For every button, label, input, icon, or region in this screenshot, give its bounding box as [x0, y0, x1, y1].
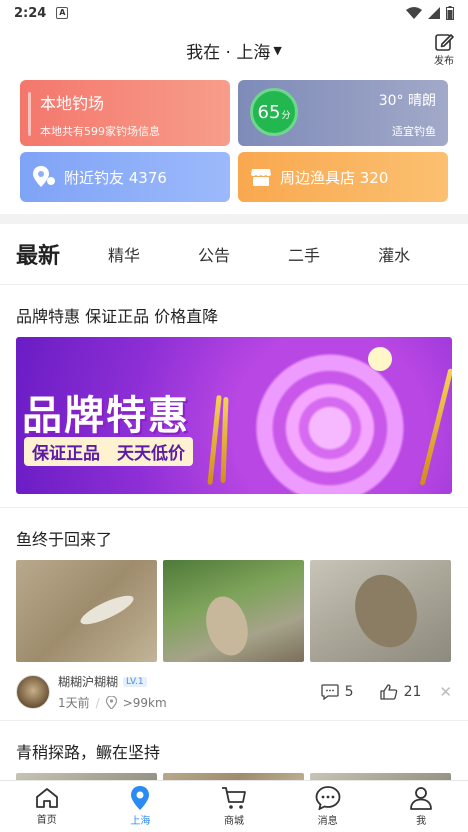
- chat-bubble-icon: [315, 786, 340, 810]
- comment-count: 5: [344, 684, 354, 700]
- nearby-anglers-label: 附近钓友 4376: [64, 168, 167, 187]
- post-images: [0, 550, 468, 662]
- shop-icon: [250, 167, 272, 187]
- nav-me[interactable]: 我: [374, 781, 468, 832]
- nav-local[interactable]: 上海: [94, 781, 188, 832]
- section-divider: [0, 214, 468, 224]
- caret-down-icon: ▼: [273, 43, 282, 57]
- shopping-cart-icon: [221, 787, 246, 809]
- signal-icon: [428, 7, 440, 19]
- tab-chat[interactable]: 灌水: [378, 242, 410, 266]
- nav-me-label: 我: [416, 816, 427, 827]
- status-time: 2:24: [14, 5, 47, 21]
- post-card[interactable]: 青稍探路，鳜在坚持: [0, 721, 468, 783]
- nav-messages-label: 消息: [317, 816, 338, 827]
- weather-card[interactable]: 65 分 30° 晴朗 适宜钓鱼: [238, 80, 448, 146]
- nav-messages[interactable]: 消息: [281, 781, 375, 832]
- nearby-tackle-shops-card[interactable]: 周边渔具店 320: [238, 152, 448, 202]
- fish-shape: [199, 591, 255, 661]
- decor-float: [220, 396, 229, 484]
- nearby-tackle-shops-label: 周边渔具店 320: [280, 168, 389, 187]
- fishing-score-badge: 65 分: [250, 88, 298, 136]
- post-photo[interactable]: [310, 560, 451, 662]
- post-card[interactable]: 鱼终于回来了 糊糊沪糊糊 LV.1 1天前 / >99km 5 21 ✕: [0, 508, 468, 710]
- thumbs-up-icon[interactable]: [379, 684, 398, 700]
- tab-second-hand[interactable]: 二手: [288, 242, 320, 266]
- fish-shape: [77, 590, 137, 630]
- nav-mall[interactable]: 商城: [187, 781, 281, 832]
- location-pin-icon: [131, 786, 150, 810]
- weather-temperature: 30° 晴朗: [378, 93, 436, 109]
- promo-banner[interactable]: 品牌特惠 保证正品 天天低价: [16, 337, 452, 494]
- fishing-score: 65: [257, 101, 281, 123]
- author-name-row: 糊糊沪糊糊 LV.1: [58, 673, 167, 690]
- local-fishing-spots-card[interactable]: 本地钓场 本地共有599家钓场信息: [20, 80, 230, 146]
- top-bar: 我在 · 上海 ▼ 发布: [0, 26, 468, 74]
- post-photo[interactable]: [16, 560, 157, 662]
- fish-shape: [345, 565, 427, 657]
- fishing-score-unit: 分: [281, 111, 291, 121]
- battery-icon: [446, 6, 454, 20]
- comment-icon[interactable]: [321, 684, 339, 700]
- nav-home-label: 首页: [36, 815, 57, 826]
- location-label: 我在 · 上海: [186, 42, 271, 63]
- nav-home[interactable]: 首页: [0, 781, 94, 832]
- location-selector[interactable]: 我在 · 上海 ▼: [186, 38, 282, 63]
- banner-subline: 保证正品 天天低价: [24, 437, 193, 466]
- decor-ball: [368, 347, 392, 371]
- feed-tabs: 最新 精华 公告 二手 灌水: [0, 224, 468, 284]
- bottom-navigation: 首页 上海 商城 消息 我: [0, 780, 468, 832]
- post-sub-info: 1天前 / >99km: [58, 694, 167, 711]
- separator: /: [95, 695, 100, 710]
- close-icon[interactable]: ✕: [439, 683, 452, 701]
- author-name[interactable]: 糊糊沪糊糊: [58, 673, 118, 690]
- post-title: 品牌特惠 保证正品 价格直降: [16, 307, 219, 326]
- nav-local-label: 上海: [130, 816, 151, 827]
- tab-announcements[interactable]: 公告: [198, 242, 230, 266]
- home-icon: [35, 788, 58, 808]
- post-stats: 5 21 ✕: [321, 683, 452, 701]
- post-distance: >99km: [122, 695, 167, 710]
- nearby-anglers-card[interactable]: 附近钓友 4376: [20, 152, 230, 202]
- author-info: 糊糊沪糊糊 LV.1 1天前 / >99km: [58, 673, 167, 711]
- decor-float: [207, 394, 222, 486]
- avatar[interactable]: [16, 675, 50, 709]
- user-icon: [410, 787, 433, 810]
- like-count: 21: [403, 684, 422, 700]
- post-title: 鱼终于回来了: [16, 530, 113, 549]
- publish-button[interactable]: 发布: [434, 32, 454, 67]
- feature-cards: 本地钓场 本地共有599家钓场信息 65 分 30° 晴朗 适宜钓鱼 附近钓友 …: [0, 74, 468, 202]
- post-ad[interactable]: 品牌特惠 保证正品 价格直降 品牌特惠 保证正品 天天低价: [0, 285, 468, 494]
- status-bar: 2:24 A: [0, 0, 468, 26]
- post-time: 1天前: [58, 696, 90, 710]
- location-people-icon: [32, 166, 56, 188]
- post-meta: 糊糊沪糊糊 LV.1 1天前 / >99km 5 21 ✕: [0, 662, 468, 710]
- nav-mall-label: 商城: [223, 816, 244, 827]
- decor-float: [419, 368, 452, 486]
- notification-a-icon: A: [56, 7, 69, 19]
- card-accent-bar: [28, 92, 31, 136]
- edit-icon: [435, 34, 454, 51]
- tab-latest[interactable]: 最新: [16, 238, 60, 270]
- local-card-subtitle: 本地共有599家钓场信息: [40, 125, 160, 138]
- location-pin-icon: [105, 696, 117, 709]
- status-icons: [406, 6, 454, 20]
- level-badge: LV.1: [123, 676, 147, 687]
- post-title: 青稍探路，鳜在坚持: [16, 743, 161, 762]
- local-card-title: 本地钓场: [40, 94, 105, 113]
- tab-featured[interactable]: 精华: [108, 242, 140, 266]
- weather-tip: 适宜钓鱼: [392, 125, 436, 138]
- post-photo[interactable]: [163, 560, 304, 662]
- publish-label: 发布: [434, 56, 454, 67]
- wifi-icon: [406, 7, 422, 19]
- banner-headline: 品牌特惠: [22, 393, 190, 439]
